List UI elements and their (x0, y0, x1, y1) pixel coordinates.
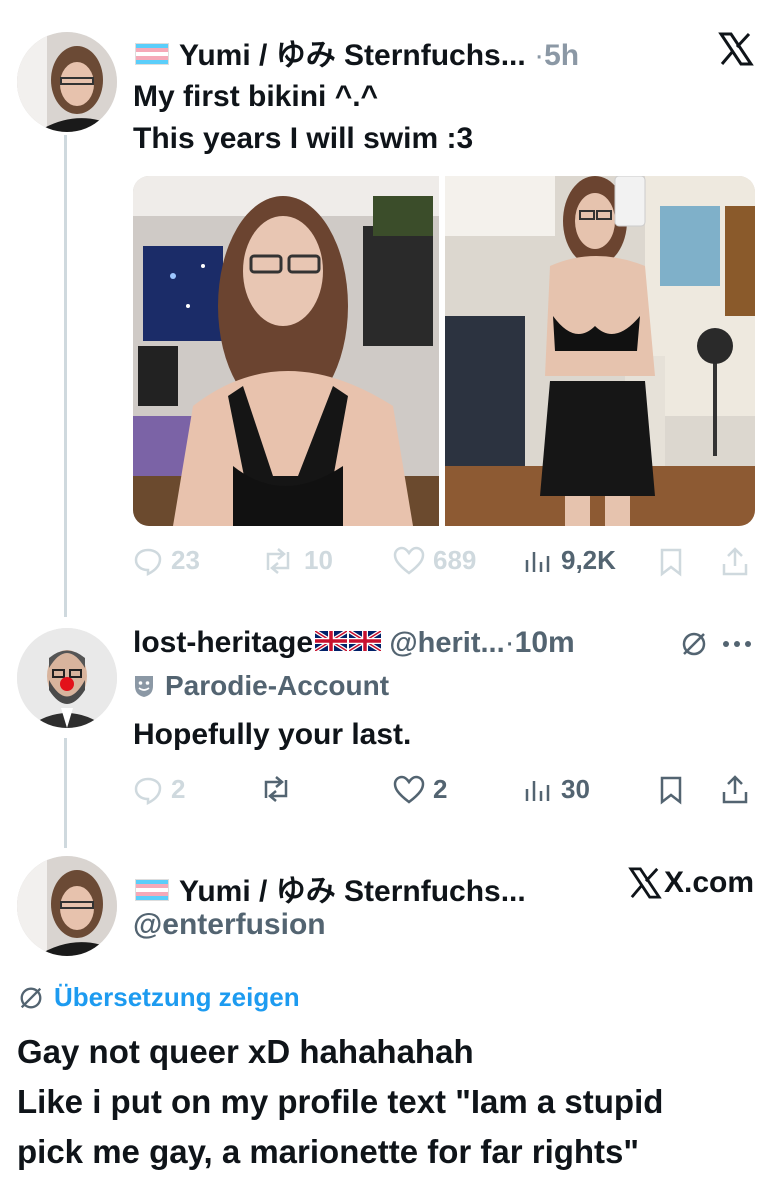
share-icon[interactable] (720, 774, 750, 806)
tweet-text: My first bikini ^.^ This years I will sw… (133, 76, 473, 160)
views-button[interactable]: 9,2K (523, 545, 616, 576)
tweet-text-line: This years I will swim :3 (133, 122, 474, 155)
views-count: 9,2K (561, 545, 616, 575)
quote-text-line: Gay not queer xD hahahahah (17, 1033, 474, 1070)
avatar[interactable] (17, 32, 117, 132)
x-logo-icon (628, 867, 662, 899)
separator: · (534, 39, 545, 72)
translate-link[interactable]: Übersetzung zeigen (18, 982, 300, 1013)
brand-label: X.com (664, 866, 755, 899)
reply-button[interactable]: 23 (133, 545, 200, 576)
separator: · (504, 626, 515, 659)
handle[interactable]: @herit... (389, 627, 504, 659)
no-translate-icon[interactable] (680, 630, 708, 658)
brand-link[interactable]: X.com (628, 866, 754, 900)
timestamp[interactable]: 5h (544, 39, 579, 72)
views-icon (525, 551, 550, 572)
tweet-text-line: My first bikini ^.^ (133, 80, 379, 113)
views-button[interactable]: 30 (523, 774, 590, 805)
repost-count: 10 (304, 545, 333, 575)
display-name[interactable]: Yumi / ゆみ Sternfuchs... (179, 875, 526, 908)
like-button[interactable]: 2 (393, 774, 447, 805)
like-icon (393, 546, 425, 575)
views-icon (525, 780, 550, 801)
parody-mask-icon (135, 676, 153, 697)
reply-count: 23 (171, 545, 200, 575)
display-name[interactable]: lost-heritage (133, 626, 313, 659)
uk-flag-icon (349, 631, 382, 652)
reply-icon (134, 777, 162, 805)
avatar[interactable] (17, 856, 117, 956)
quote-text-line: pick me gay, a marionette for far rights… (17, 1133, 640, 1170)
timestamp[interactable]: 10m (515, 626, 575, 659)
parody-label[interactable]: Parodie-Account (133, 670, 389, 702)
thread-line (64, 135, 67, 617)
quote-text-line: Like i put on my profile text "Iam a stu… (17, 1083, 664, 1120)
views-count: 30 (561, 774, 590, 804)
bookmark-icon[interactable] (658, 775, 684, 805)
media-grid (133, 176, 755, 526)
repost-icon (264, 776, 288, 802)
avatar[interactable] (17, 628, 117, 728)
repost-icon (266, 547, 290, 574)
like-count: 2 (433, 774, 448, 804)
author-name[interactable]: lost-heritage @herit...·10m (133, 626, 575, 660)
quote-text: Gay not queer xD hahahahah Like i put on… (17, 1027, 663, 1177)
more-icon[interactable] (722, 640, 752, 648)
reply-text: Hopefully your last. (133, 718, 412, 751)
bookmark-icon[interactable] (658, 547, 684, 577)
media-image-right[interactable] (445, 176, 755, 526)
share-icon[interactable] (720, 546, 750, 578)
trans-flag-icon (135, 879, 169, 902)
no-translate-icon (20, 987, 42, 1008)
like-icon (393, 775, 425, 804)
trans-flag-icon (135, 43, 169, 66)
repost-button[interactable]: 10 (260, 545, 333, 576)
display-name[interactable]: Yumi / ゆみ Sternfuchs... (179, 39, 526, 72)
thread-line (64, 738, 67, 848)
like-count: 689 (433, 545, 477, 575)
translate-label: Übersetzung zeigen (54, 982, 300, 1012)
media-image-left[interactable] (133, 176, 439, 526)
reply-button[interactable]: 2 (133, 774, 185, 805)
parody-label-text: Parodie-Account (165, 670, 390, 701)
author-name[interactable]: Yumi / ゆみ Sternfuchs... (135, 866, 526, 910)
x-logo-icon[interactable] (718, 32, 754, 66)
reply-count: 2 (171, 774, 186, 804)
handle[interactable]: @enterfusion (133, 908, 326, 942)
repost-button[interactable] (258, 774, 294, 804)
like-button[interactable]: 689 (393, 545, 476, 576)
uk-flag-icon (315, 631, 348, 652)
author-name[interactable]: Yumi / ゆみ Sternfuchs... ·5h (135, 30, 579, 74)
reply-icon (134, 548, 162, 576)
